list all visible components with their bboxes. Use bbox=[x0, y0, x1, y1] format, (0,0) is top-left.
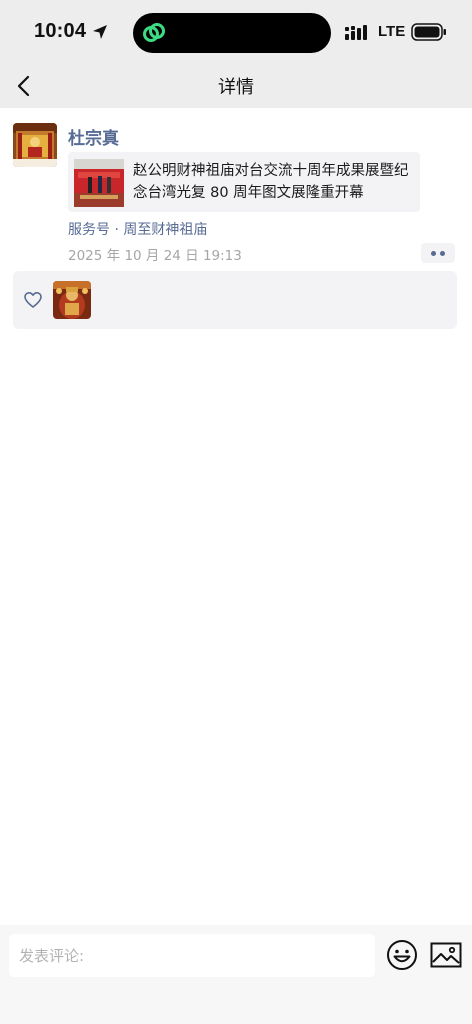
comment-input[interactable] bbox=[9, 934, 375, 977]
smiley-icon[interactable] bbox=[386, 939, 418, 971]
signal-icon bbox=[345, 25, 367, 40]
page-title: 详情 bbox=[218, 77, 254, 98]
article-thumbnail bbox=[74, 159, 124, 207]
heart-outline-icon bbox=[24, 292, 42, 308]
shared-article-title: 赵公明财神祖庙对台交流十周年成果展暨纪念台湾光复 80 周年图文展隆重开幕 bbox=[133, 163, 409, 201]
link-rings-icon bbox=[143, 23, 165, 42]
likes-section bbox=[13, 271, 457, 329]
more-dots-icon[interactable] bbox=[421, 243, 455, 263]
dot bbox=[431, 251, 436, 256]
temple-altar-image bbox=[13, 123, 57, 167]
network-label: LTE bbox=[378, 23, 406, 40]
author-avatar[interactable] bbox=[13, 123, 57, 167]
status-time: 10:04 bbox=[34, 20, 87, 42]
dot bbox=[440, 251, 445, 256]
liker-avatar[interactable] bbox=[53, 281, 91, 319]
battery-icon bbox=[411, 23, 446, 41]
status-bar: 10:04 LTE bbox=[0, 0, 472, 64]
nav-bar: 详情 bbox=[0, 64, 472, 108]
image-icon[interactable] bbox=[430, 942, 462, 968]
post-timestamp: 2025 年 10 月 24 日 19:13 bbox=[68, 248, 242, 264]
article-source-link[interactable]: 服务号 · 周至财神祖庙 bbox=[68, 219, 207, 239]
comment-bar bbox=[0, 925, 472, 1024]
location-arrow-icon bbox=[93, 25, 107, 39]
dynamic-island bbox=[133, 13, 331, 53]
shared-article-card[interactable]: 赵公明财神祖庙对台交流十周年成果展暨纪念台湾光复 80 周年图文展隆重开幕 bbox=[68, 152, 420, 212]
author-name[interactable]: 杜宗真 bbox=[68, 124, 119, 149]
